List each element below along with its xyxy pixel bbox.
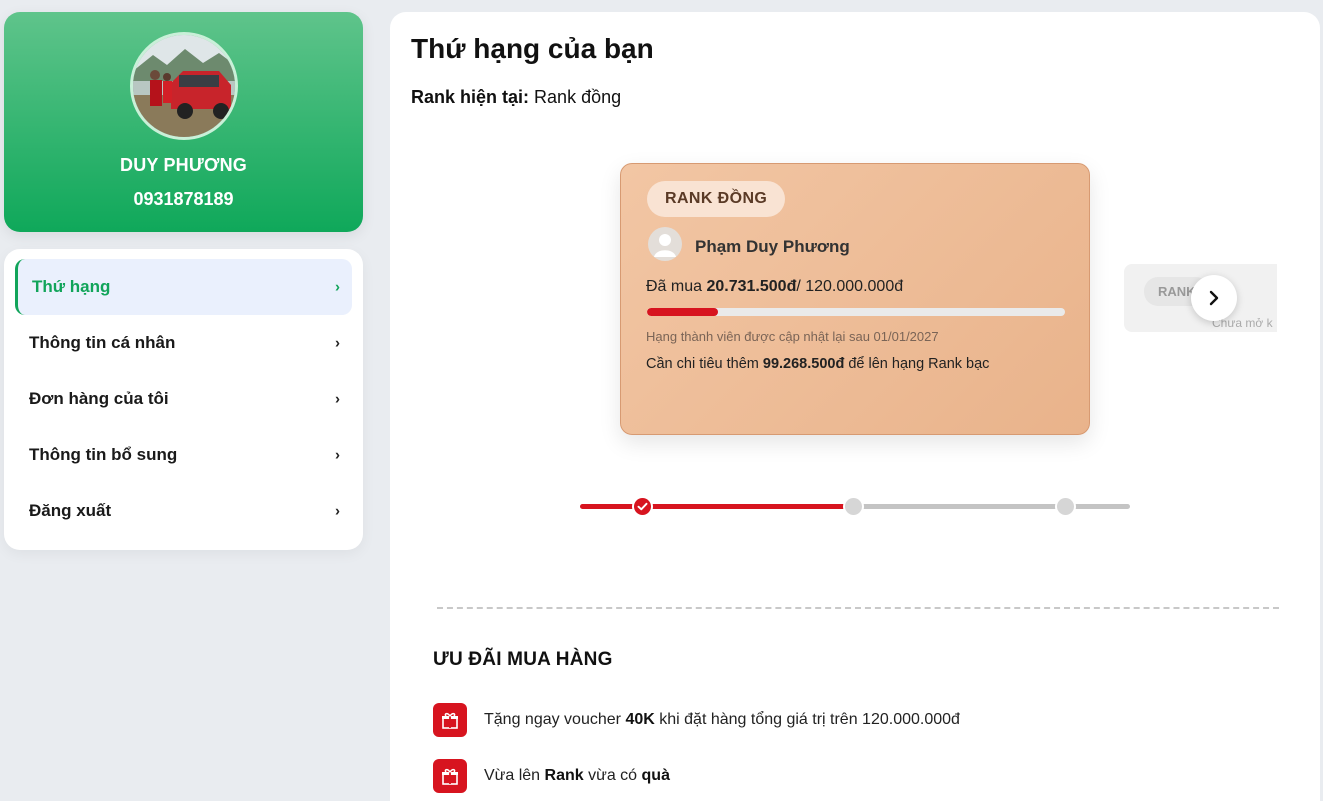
current-rank: Rank hiện tại: Rank đồng [411, 87, 621, 108]
chevron-right-icon: › [335, 334, 340, 352]
sidebar-item-label: Đăng xuất [29, 501, 112, 520]
sidebar-menu: Thứ hạng › Thông tin cá nhân › Đơn hàng … [4, 249, 363, 550]
profile-card: DUY PHƯƠNG 0931878189 [4, 12, 363, 232]
profile-phone: 0931878189 [133, 189, 234, 209]
sidebar-item-label: Thông tin bổ sung [29, 445, 178, 464]
sidebar-item-label: Đơn hàng của tôi [29, 389, 169, 408]
chevron-right-icon [1209, 290, 1219, 306]
need-amount: 99.268.500đ [762, 356, 845, 372]
perk-item: Vừa lên Rank vừa có quà [433, 759, 670, 793]
need-spend-text: Cần chi tiêu thêm 99.268.500đ để lên hạn… [646, 356, 989, 372]
chevron-right-icon: › [335, 502, 340, 520]
gift-icon [433, 703, 467, 737]
member-name: Phạm Duy Phương [695, 237, 850, 256]
tier-track-reached [580, 504, 850, 509]
perk-text-bold: quà [641, 767, 670, 784]
sidebar-item-rank[interactable]: Thứ hạng › [15, 259, 352, 315]
sidebar-item-logout[interactable]: Đăng xuất › [15, 483, 352, 539]
sidebar-item-additional-info[interactable]: Thông tin bổ sung › [15, 427, 352, 483]
next-button[interactable] [1191, 275, 1237, 321]
perk-text-part: vừa có [588, 767, 638, 784]
sidebar-item-label: Thứ hạng [32, 277, 111, 296]
chevron-right-icon: › [335, 278, 340, 296]
need-suffix: để lên hạng Rank bạc [848, 356, 990, 372]
avatar [130, 32, 238, 140]
perks-title: ƯU ĐÃI MUA HÀNG [433, 649, 613, 670]
bought-target: / 120.000.000đ [796, 278, 904, 295]
chevron-right-icon: › [335, 446, 340, 464]
rank-badge: RANK ĐỒNG [647, 181, 786, 217]
perk-text-bold: 40K [625, 711, 655, 728]
sidebar-item-my-orders[interactable]: Đơn hàng của tôi › [15, 371, 352, 427]
current-rank-label: Rank hiện tại: [411, 87, 530, 107]
tier-progress-track [580, 498, 1130, 516]
perk-text-part: Tặng ngay voucher [484, 711, 621, 728]
spend-progress-fill [647, 308, 719, 316]
profile-name: DUY PHƯƠNG [120, 155, 247, 175]
tier-step-current [634, 498, 651, 515]
bought-amount: Đã mua 20.731.500đ/ 120.000.000đ [646, 278, 903, 296]
tier-step-locked [1057, 498, 1074, 515]
gift-icon [433, 759, 467, 793]
perk-text-part: khi đặt hàng tổng giá trị trên 120.000.0… [659, 711, 960, 728]
perk-text: Tặng ngay voucher 40K khi đặt hàng tổng … [484, 711, 960, 729]
current-rank-value: Rank đồng [534, 87, 622, 107]
bought-value: 20.731.500đ [706, 278, 797, 295]
perk-text: Vừa lên Rank vừa có quà [484, 767, 670, 785]
main-panel: Thứ hạng của bạn Rank hiện tại: Rank đồn… [390, 12, 1320, 801]
chevron-right-icon: › [335, 390, 340, 408]
need-prefix: Cần chi tiêu thêm [646, 356, 759, 372]
tier-track-remaining [849, 504, 1130, 509]
sidebar-item-personal-info[interactable]: Thông tin cá nhân › [15, 315, 352, 371]
spend-progress-bar [647, 308, 1065, 316]
perk-text-part: Vừa lên [484, 767, 541, 784]
tier-step-locked [845, 498, 862, 515]
rank-card: RANK ĐỒNG Phạm Duy Phương Đã mua 20.731.… [620, 163, 1090, 435]
sidebar-item-label: Thông tin cá nhân [29, 333, 176, 352]
perk-item: Tặng ngay voucher 40K khi đặt hàng tổng … [433, 703, 960, 737]
page-title: Thứ hạng của bạn [411, 33, 654, 64]
section-divider [437, 607, 1279, 609]
update-note: Hạng thành viên được cập nhật lại sau 01… [646, 329, 939, 344]
bought-label: Đã mua [646, 278, 703, 295]
perk-text-bold: Rank [544, 767, 584, 784]
user-icon [648, 227, 682, 261]
